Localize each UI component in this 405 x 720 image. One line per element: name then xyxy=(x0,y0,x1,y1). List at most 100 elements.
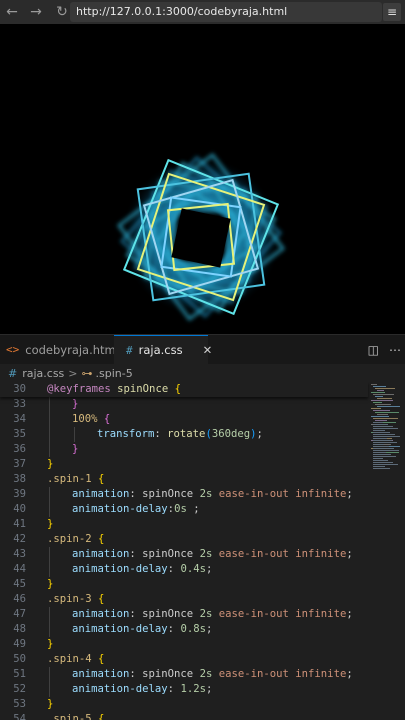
code-line: 35 transform: rotate(360deg); xyxy=(0,427,368,442)
code-token: : spinOnce xyxy=(129,548,200,560)
line-number: 37 xyxy=(13,458,26,470)
forward-arrow-icon[interactable]: → xyxy=(26,0,46,24)
code-token: animation-delay xyxy=(72,503,168,515)
minimap-line xyxy=(377,390,384,391)
minimap-line xyxy=(375,404,391,405)
code-line: 46 .spin-3 { xyxy=(0,592,368,607)
indent-guide xyxy=(74,427,75,442)
code-text: } xyxy=(47,637,53,652)
code-line: 52 animation-delay: 1.2s; xyxy=(0,682,368,697)
code-token: } xyxy=(47,638,54,650)
code-text: .spin-5 { xyxy=(47,712,104,720)
minimap-line xyxy=(373,438,387,439)
code-token: ease-in-out xyxy=(218,548,289,560)
code-line: 36} xyxy=(0,442,368,457)
code-editor[interactable]: 33} 34 100% {35 transform: rotate(360deg); 3… xyxy=(0,382,405,720)
code-token: : spinOnce xyxy=(129,608,200,620)
minimap-line xyxy=(377,414,388,415)
code-token: .spin-2 xyxy=(47,533,92,545)
tab-label: codebyraja.html xyxy=(25,342,119,357)
code-token: : xyxy=(167,683,181,695)
close-icon[interactable]: ✕ xyxy=(203,343,213,357)
code-line: 50 .spin-4 { xyxy=(0,652,368,667)
minimap-line xyxy=(371,384,377,385)
line-number: 45 xyxy=(13,578,26,590)
symbol-icon: ⊶ xyxy=(81,366,93,380)
tab-raja-css[interactable]: # raja.css ✕ xyxy=(114,335,212,364)
code-token: { xyxy=(98,653,105,665)
code-token: ease-in-out xyxy=(218,668,289,680)
minimap-line xyxy=(373,432,390,433)
code-token: animation xyxy=(72,608,130,620)
indent-guide xyxy=(49,547,50,562)
code-token: 360deg xyxy=(211,428,251,440)
minimap-line xyxy=(373,418,398,419)
minimap-line xyxy=(373,410,390,411)
code-token: ease-in-out xyxy=(218,488,289,500)
more-actions-icon[interactable]: ⋯ xyxy=(389,343,401,357)
code-token: ; xyxy=(346,488,353,500)
split-editor-icon[interactable]: ◫ xyxy=(368,343,379,357)
menu-icon[interactable]: ≡ xyxy=(383,3,401,21)
reload-icon[interactable]: ↻ xyxy=(52,0,72,24)
minimap-line xyxy=(373,458,383,459)
minimap-line xyxy=(373,450,399,451)
code-token: 0.4s xyxy=(180,563,206,575)
indent-guide xyxy=(49,427,50,442)
code-token: } xyxy=(47,458,54,470)
code-token: 2s xyxy=(199,488,213,500)
code-text: .spin-3 { xyxy=(47,592,104,607)
code-text: animation: spinOnce 2s ease-in-out infin… xyxy=(72,667,353,682)
breadcrumb-symbol[interactable]: .spin-5 xyxy=(96,367,133,380)
minimap-line xyxy=(373,456,396,457)
minimap-line xyxy=(373,426,393,427)
code-line: 42 .spin-2 { xyxy=(0,532,368,547)
tab-codebyraja-html[interactable]: <> codebyraja.html xyxy=(0,335,119,364)
minimap-line xyxy=(373,462,393,463)
line-number: 48 xyxy=(13,623,26,635)
indent-guide xyxy=(49,487,50,502)
minimap-line xyxy=(371,400,393,401)
code-token: 0.8s xyxy=(180,623,206,635)
code-text: animation-delay:0s ; xyxy=(72,502,200,517)
line-number: 42 xyxy=(13,533,26,545)
minimap-line xyxy=(375,396,383,397)
code-token: 2s xyxy=(199,608,213,620)
line-number: 35 xyxy=(13,428,26,440)
minimap-line xyxy=(373,448,394,449)
code-token: ; xyxy=(256,428,263,440)
minimap-line xyxy=(375,420,387,421)
code-text: transform: rotate(360deg); xyxy=(97,427,263,442)
minimap-line xyxy=(373,466,385,467)
code-token: infinite xyxy=(295,608,347,620)
code-line: 53} xyxy=(0,697,368,712)
breadcrumb-file[interactable]: raja.css xyxy=(22,367,64,380)
minimap-line xyxy=(373,430,385,431)
code-token: ; xyxy=(186,503,200,515)
code-text: } xyxy=(47,457,53,472)
indent-guide xyxy=(49,667,50,682)
code-token: } xyxy=(72,398,79,410)
code-text: animation: spinOnce 2s ease-in-out infin… xyxy=(72,547,353,562)
code-token: @keyframes xyxy=(47,383,111,395)
code-line: 43 animation: spinOnce 2s ease-in-out inf… xyxy=(0,547,368,562)
code-token: infinite xyxy=(295,668,347,680)
code-token: animation-delay xyxy=(72,623,168,635)
code-text: } xyxy=(72,442,78,457)
minimap-line xyxy=(373,440,392,441)
code-token: : spinOnce xyxy=(129,668,200,680)
code-token: animation xyxy=(72,548,130,560)
css-file-icon: # xyxy=(126,343,133,357)
minimap[interactable] xyxy=(368,382,405,720)
code-token: : xyxy=(154,428,168,440)
code-token: { xyxy=(98,473,105,485)
line-number: 43 xyxy=(13,548,26,560)
back-arrow-icon[interactable]: ← xyxy=(2,0,22,24)
line-number: 52 xyxy=(13,683,26,695)
line-number: 36 xyxy=(13,443,26,455)
code-token: { xyxy=(98,533,105,545)
code-line: 33} xyxy=(0,397,368,412)
address-bar[interactable]: http://127.0.0.1:3000/codebyraja.html xyxy=(70,2,382,22)
code-token: 2s xyxy=(199,668,213,680)
line-number: 51 xyxy=(13,668,26,680)
